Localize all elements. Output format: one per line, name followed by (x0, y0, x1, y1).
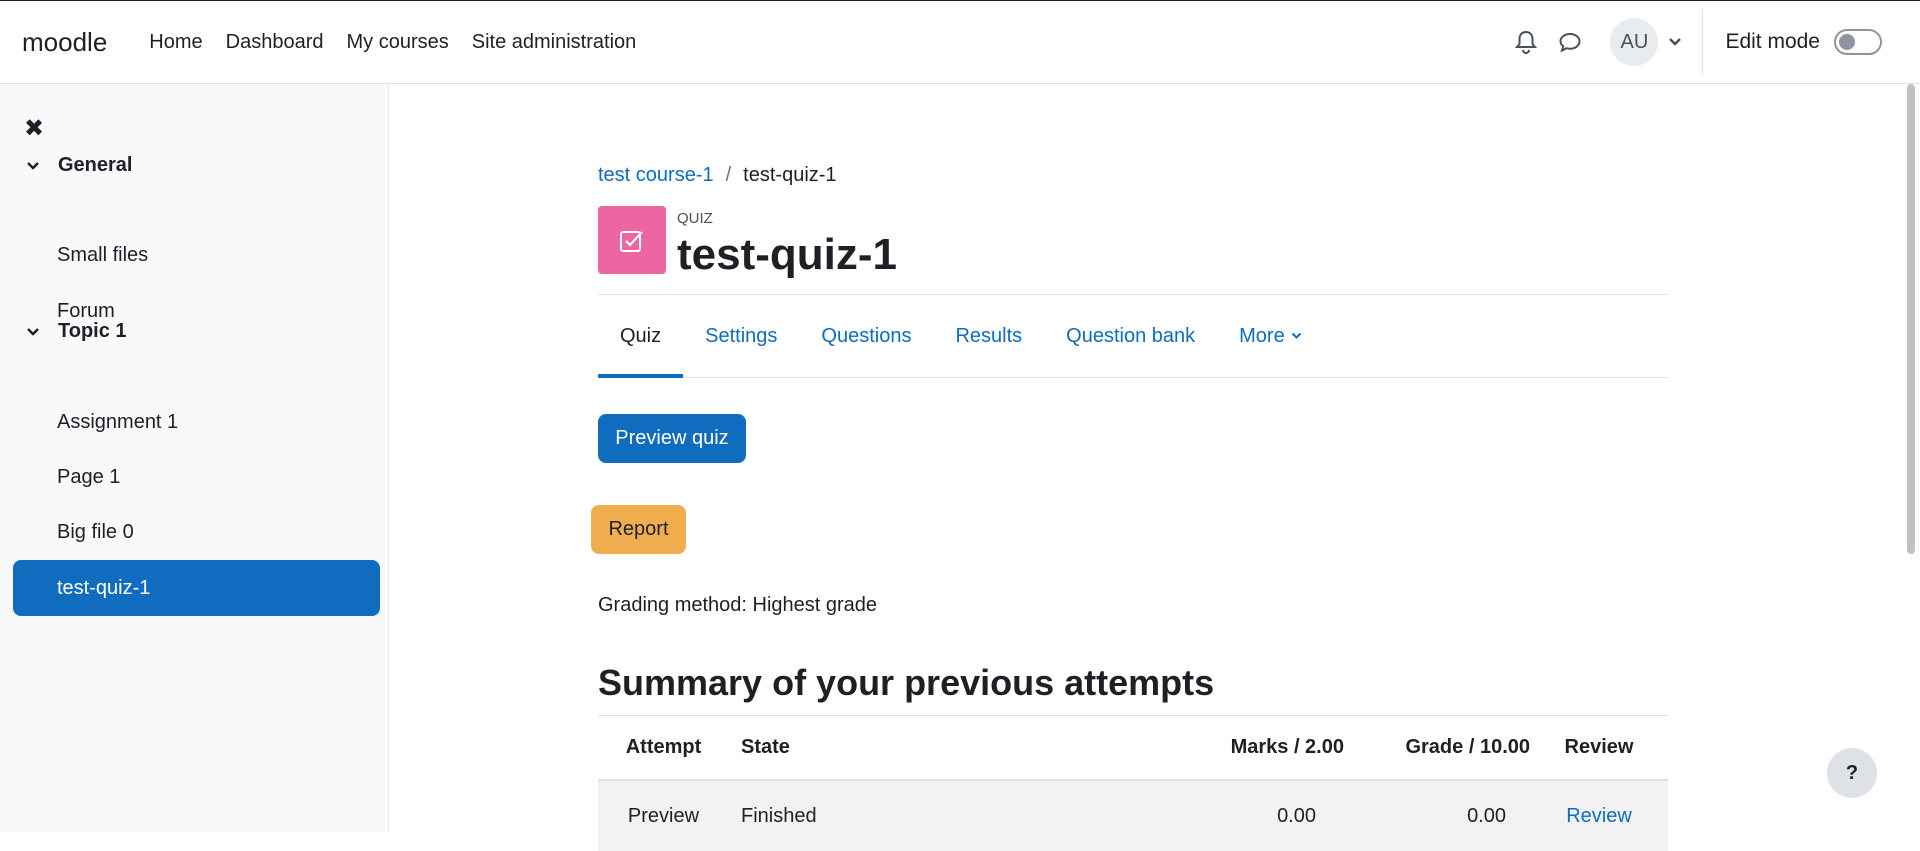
course-index-item-active[interactable]: test-quiz-1 (13, 560, 380, 616)
top-navbar: moodle Home Dashboard My courses Site ad… (0, 0, 1920, 84)
table-cell: Finished (741, 804, 817, 827)
report-button[interactable]: Report (591, 505, 686, 554)
tab-more-label: More (1239, 324, 1285, 347)
edit-mode-toggle[interactable] (1834, 29, 1882, 55)
close-icon[interactable]: ✖ (24, 114, 44, 143)
grading-method: Grading method: Highest grade (598, 594, 878, 616)
column-header: Marks / 2.00 (1230, 736, 1344, 758)
preview-quiz-button[interactable]: Preview quiz (598, 414, 746, 463)
chevron-down-icon (1291, 332, 1302, 340)
section-label: General (58, 154, 133, 176)
tab-questions[interactable]: Questions (799, 295, 933, 377)
bell-icon[interactable] (1508, 24, 1544, 60)
edit-mode-label: Edit mode (1725, 30, 1820, 53)
review-link[interactable]: Review (1530, 805, 1668, 828)
messages-icon[interactable] (1552, 24, 1588, 60)
secondary-navigation: Quiz Settings Questions Results Question… (598, 295, 1668, 378)
table-cell: 0.00 (1277, 804, 1316, 827)
nav-site-administration[interactable]: Site administration (472, 31, 637, 54)
breadcrumb-separator: / (725, 164, 732, 186)
tab-question-bank[interactable]: Question bank (1044, 295, 1217, 377)
table-row: Preview Finished 0.00 0.00 Review (598, 781, 1668, 851)
table-cell: Preview (627, 804, 700, 827)
section-label: Topic 1 (58, 320, 127, 342)
activity-type: QUIZ (677, 210, 713, 227)
breadcrumb: test course-1 / test-quiz-1 (598, 164, 837, 187)
course-index-item[interactable]: Assignment 1 (57, 411, 178, 434)
section-topic-1[interactable]: Topic 1 (26, 320, 127, 343)
nav-dashboard[interactable]: Dashboard (226, 31, 324, 54)
table-cell: 0.00 (1467, 804, 1506, 827)
column-header: Review (1564, 736, 1634, 758)
breadcrumb-course-link[interactable]: test course-1 (598, 164, 714, 187)
section-general[interactable]: General (26, 154, 132, 177)
nav-my-courses[interactable]: My courses (346, 31, 448, 54)
tab-settings[interactable]: Settings (683, 295, 799, 377)
course-index-drawer: ✖ General Small files Forum Topic 1 Assi… (0, 84, 389, 832)
tab-results[interactable]: Results (933, 295, 1044, 377)
column-header: Grade / 10.00 (1405, 736, 1530, 758)
site-logo[interactable]: moodle (22, 27, 107, 58)
quiz-icon (598, 206, 666, 274)
primary-navigation: Home Dashboard My courses Site administr… (149, 31, 659, 54)
page-scrollbar[interactable] (1907, 84, 1915, 554)
summary-heading: Summary of your previous attempts (598, 662, 1215, 703)
breadcrumb-current: test-quiz-1 (743, 164, 837, 186)
avatar[interactable]: AU (1610, 18, 1659, 66)
attempts-table: Attempt State Marks / 2.00 Grade / 10.00… (598, 715, 1668, 851)
user-controls: AU Edit mode (1508, 1, 1920, 83)
course-index-item[interactable]: Big file 0 (57, 521, 134, 544)
chevron-down-icon[interactable] (26, 327, 46, 337)
page-title: test-quiz-1 (677, 230, 897, 279)
table-header: Attempt State Marks / 2.00 Grade / 10.00… (598, 715, 1668, 781)
column-header: Attempt (625, 736, 702, 758)
tab-more[interactable]: More (1217, 295, 1324, 377)
chevron-down-icon[interactable] (26, 161, 46, 171)
nav-home[interactable]: Home (149, 31, 202, 54)
divider (1702, 9, 1704, 75)
course-index-item[interactable]: Page 1 (57, 466, 120, 489)
column-header: State (741, 736, 790, 758)
chevron-down-icon[interactable] (1668, 37, 1682, 47)
tab-quiz[interactable]: Quiz (598, 295, 684, 378)
help-button[interactable]: ? (1827, 748, 1877, 798)
course-index-item[interactable]: Small files (57, 244, 148, 267)
